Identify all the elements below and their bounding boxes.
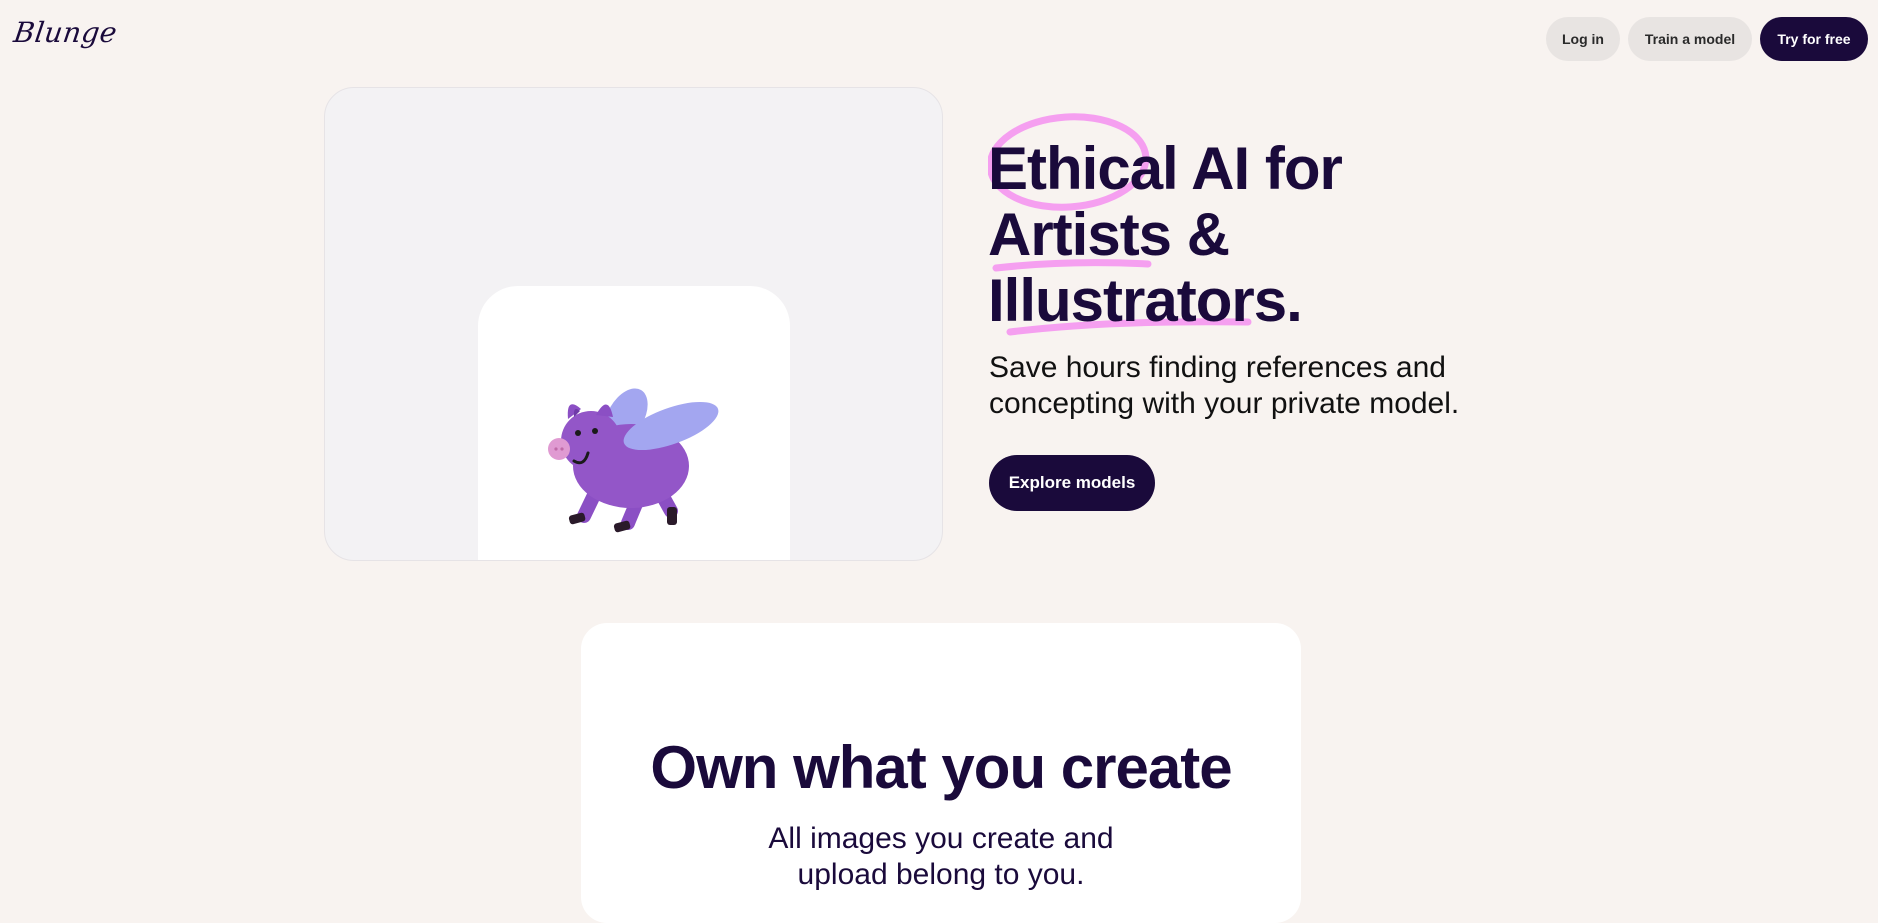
hero-image-card (324, 87, 943, 561)
login-button[interactable]: Log in (1546, 17, 1620, 61)
hero-title-word-artists: Artists (988, 201, 1172, 268)
hero-title-line2-rest: & (1171, 201, 1230, 268)
hero-subtitle: Save hours finding references and concep… (989, 351, 1460, 420)
hero-title: Ethical AI for Artists & Illustrators. (988, 136, 1508, 334)
flying-pig-illustration (548, 388, 719, 533)
brand-logo[interactable]: Blunge (12, 16, 120, 49)
own-section-subtitle: All images you create and upload belong … (768, 822, 1114, 891)
try-for-free-button[interactable]: Try for free (1760, 17, 1868, 61)
own-section-title: Own what you create (650, 734, 1232, 801)
train-model-button[interactable]: Train a model (1628, 17, 1752, 61)
hero-title-word-ethical: Ethical (988, 135, 1179, 202)
hero-title-word-illustrators: Illustrators (988, 267, 1287, 334)
own-section-card: Own what you create All images you creat… (581, 623, 1301, 923)
hero-image-frame (478, 286, 790, 560)
hero-title-line1-rest: AI for (1177, 135, 1343, 202)
explore-models-button[interactable]: Explore models (989, 455, 1155, 511)
hero-title-line3-rest: . (1286, 267, 1303, 334)
site-header: Blunge Log in Train a model Try for free (0, 0, 1878, 78)
top-nav: Log in Train a model Try for free (1546, 17, 1868, 61)
